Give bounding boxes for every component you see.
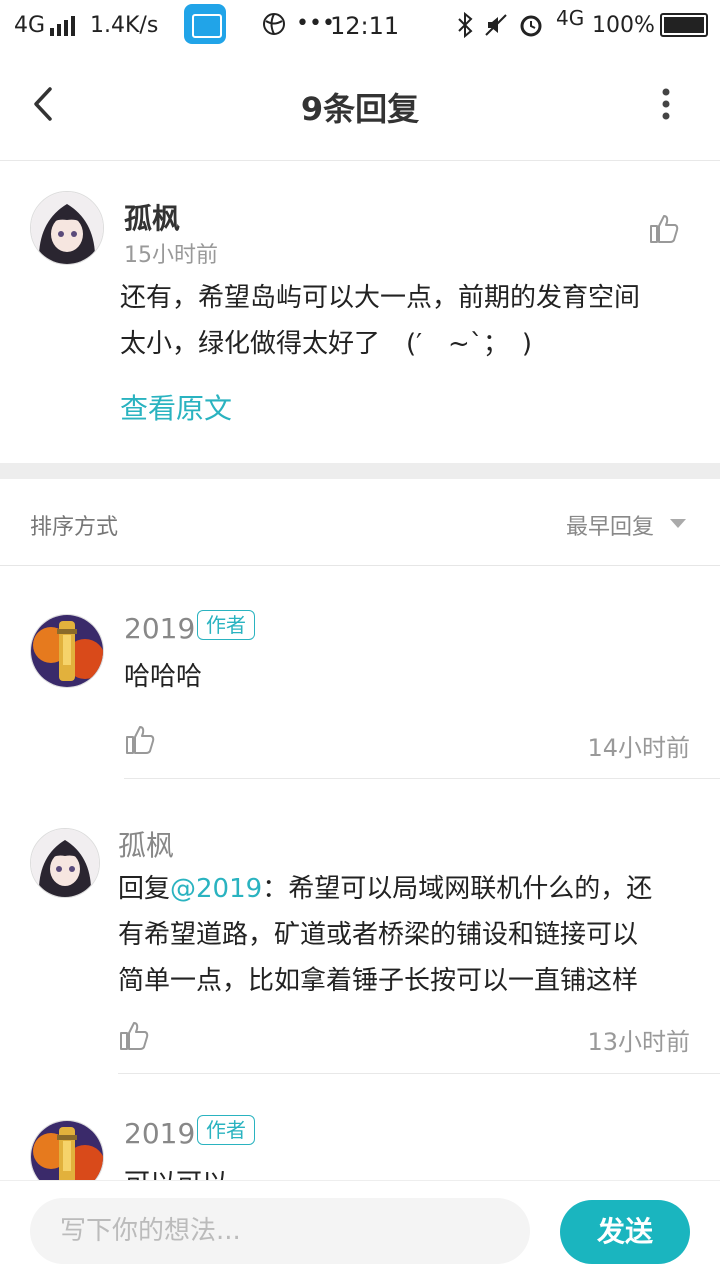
- comment-text: 还有，希望岛屿可以大一点，前期的发育空间 太小，绿化做得太好了 (′ ~`； ): [120, 275, 700, 367]
- sort-label: 排序方式: [30, 515, 119, 540]
- game-character-avatar-image: [31, 615, 103, 687]
- comment-input[interactable]: [30, 1198, 530, 1264]
- original-comment: 孤枫 15小时前 还有，希望岛屿可以大一点，前期的发育空间 太小，绿化做得太好了…: [0, 161, 720, 463]
- caret-down-icon: [670, 519, 686, 528]
- top-nav-bar: 9条回复: [0, 52, 720, 161]
- globe-icon: [263, 13, 285, 35]
- avatar[interactable]: [30, 191, 104, 265]
- status-bar: 4G 1.4K/s ••• 12:11 4G 100%: [0, 0, 720, 52]
- reply-time: 14小时前: [587, 734, 690, 762]
- app-store-icon: [184, 4, 226, 44]
- mention-link[interactable]: @2019: [170, 874, 262, 904]
- bluetooth-icon: [458, 12, 473, 38]
- comment-text-line: 还有，希望岛屿可以大一点，前期的发育空间: [120, 283, 641, 313]
- like-button[interactable]: [124, 724, 156, 756]
- page-title: 9条回复: [300, 90, 420, 128]
- section-separator: [0, 463, 720, 479]
- like-button[interactable]: [648, 213, 680, 245]
- reply-text: 哈哈哈: [124, 662, 203, 692]
- divider: [124, 778, 720, 779]
- battery-icon: [660, 13, 708, 37]
- reply-line: ：希望可以局域网联机什么的，还: [262, 874, 653, 904]
- network-label: 4G: [14, 13, 46, 38]
- divider: [118, 1073, 720, 1074]
- send-button[interactable]: 发送: [560, 1200, 690, 1264]
- network-label-right: 4G: [556, 6, 585, 30]
- comment-composer: 发送: [0, 1180, 720, 1281]
- reply-author[interactable]: 2019: [124, 1117, 195, 1150]
- comment-author[interactable]: 孤枫: [124, 197, 180, 237]
- reply-item: 孤枫 回复@2019：希望可以局域网联机什么的，还 有希望道路，矿道或者桥梁的铺…: [0, 780, 720, 1074]
- sort-value: 最早回复: [566, 515, 655, 540]
- alarm-icon: [520, 15, 542, 37]
- comment-text-line: 太小，绿化做得太好了 (′ ~`； ): [120, 329, 532, 359]
- signal-icon: [50, 16, 75, 36]
- view-original-link[interactable]: 查看原文: [120, 387, 232, 427]
- reply-text-line: 简单一点，比如拿着锤子长按可以一直铺这样: [118, 966, 639, 996]
- more-options-button[interactable]: [656, 88, 676, 120]
- sort-bar: 排序方式 最早回复: [0, 479, 720, 566]
- battery-percent: 100%: [592, 13, 655, 38]
- avatar[interactable]: [30, 828, 100, 898]
- reply-text-line: 有希望道路，矿道或者桥梁的铺设和链接可以: [118, 920, 639, 950]
- avatar[interactable]: [30, 614, 104, 688]
- reply-prefix: 回复: [118, 874, 171, 904]
- sort-dropdown[interactable]: 最早回复: [566, 509, 690, 541]
- reply-author[interactable]: 孤枫: [118, 824, 174, 864]
- reply-time: 13小时前: [587, 1028, 690, 1056]
- anime-girl-avatar-image: [31, 829, 99, 897]
- comment-time: 15小时前: [124, 243, 218, 268]
- author-badge: 作者: [197, 610, 255, 640]
- anime-girl-avatar-image: [31, 192, 103, 264]
- clock: 12:11: [330, 12, 400, 40]
- author-badge: 作者: [197, 1115, 255, 1145]
- reply-text: 可以可以: [124, 1161, 228, 1180]
- reply-item: 2019 作者 哈哈哈 14小时前: [0, 566, 720, 779]
- like-button[interactable]: [118, 1020, 150, 1052]
- game-character-avatar-image: [31, 1121, 103, 1180]
- network-speed: 1.4K/s: [90, 13, 159, 38]
- reply-text: 回复@2019：希望可以局域网联机什么的，还 有希望道路，矿道或者桥梁的铺设和链…: [118, 866, 698, 1004]
- avatar[interactable]: [30, 1120, 104, 1180]
- mute-icon: [485, 14, 507, 36]
- reply-author[interactable]: 2019: [124, 612, 195, 645]
- reply-item: 2019 作者 可以可以: [0, 1075, 720, 1180]
- reply-text-line: 回复@2019：希望可以局域网联机什么的，还: [118, 866, 698, 912]
